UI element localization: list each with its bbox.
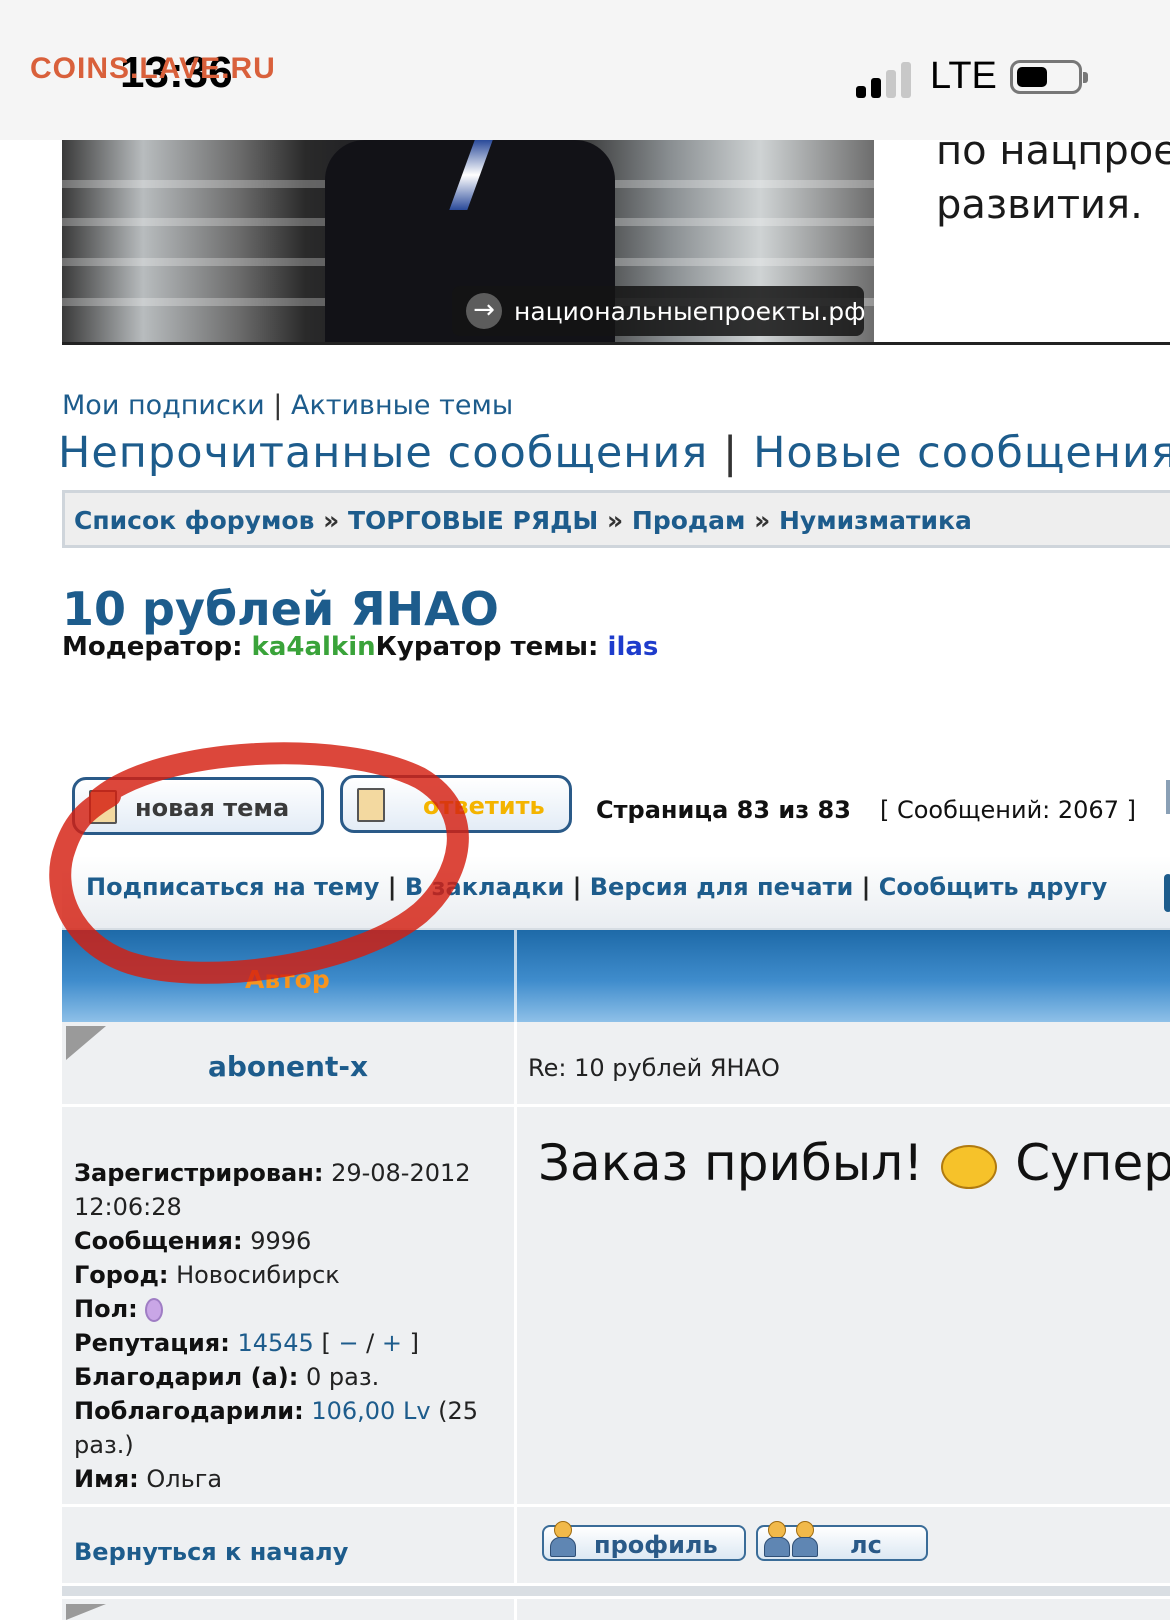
post-text: Заказ прибыл!: [538, 1134, 924, 1192]
moderator-name[interactable]: ka4alkin: [252, 632, 376, 662]
tell-friend-link[interactable]: Сообщить другу: [879, 873, 1108, 901]
profile-was-thanked: Поблагодарили: 106,00 Lv (25 раз.): [74, 1397, 479, 1459]
profile-thanked: Благодарил (а): 0 раз.: [74, 1363, 380, 1391]
breadcrumb-separator: »: [607, 506, 624, 535]
back-to-top-link[interactable]: Вернуться к началу: [74, 1538, 348, 1566]
reputation-plus[interactable]: +: [382, 1329, 402, 1357]
nav-big: Непрочитанные сообщения | Новые сообщени…: [58, 428, 1170, 478]
reputation-value[interactable]: 14545: [237, 1329, 313, 1357]
breadcrumb-separator: »: [323, 506, 340, 535]
was-thanked-value[interactable]: 106,00 Lv: [311, 1397, 430, 1425]
profile-city: Город: Новосибирск: [74, 1261, 340, 1289]
pagination-info: Страница 83 из 83: [596, 796, 851, 824]
nav-new-messages[interactable]: Новые сообщения: [753, 428, 1170, 478]
post-separator: [62, 1586, 1170, 1596]
signal-icon: [856, 58, 916, 98]
post-text-continued: Супер: [1015, 1134, 1170, 1192]
profile-name: Имя: Ольга: [74, 1465, 223, 1493]
breadcrumb-separator: »: [754, 506, 771, 535]
reputation-minus[interactable]: −: [338, 1329, 358, 1357]
separator: |: [861, 873, 871, 901]
moderator-line: Модератор: ka4alkinКуратор темы: ilas: [62, 632, 658, 662]
nav-active-topics[interactable]: Активные темы: [291, 390, 513, 421]
profile-registered: Зарегистрирован: 29-08-2012 12:06:28: [74, 1159, 471, 1221]
author-profile-info: Зарегистрирован: 29-08-2012 12:06:28 Соо…: [74, 1156, 504, 1496]
female-icon: [145, 1298, 164, 1322]
print-version-link[interactable]: Версия для печати: [590, 873, 854, 901]
ad-link[interactable]: национальныепроекты.рф: [514, 297, 866, 326]
ad-text-line2: развития.: [936, 182, 1143, 228]
breadcrumb-numismatics[interactable]: Нумизматика: [779, 506, 972, 535]
messages-count: [ Сообщений: 2067 ]: [880, 796, 1136, 824]
breadcrumb-forum-list[interactable]: Список форумов: [74, 506, 314, 535]
curator-name[interactable]: ilas: [608, 632, 659, 662]
nav-small: Мои подписки | Активные темы: [62, 390, 513, 421]
table-header-divider: [514, 930, 517, 1022]
moderator-label: Модератор:: [62, 632, 243, 662]
nav-unread-messages[interactable]: Непрочитанные сообщения: [58, 428, 708, 478]
profile-gender: Пол:: [74, 1292, 504, 1326]
private-message-button[interactable]: лс: [756, 1521, 928, 1561]
breadcrumb-trail: Список форумов » ТОРГОВЫЕ РЯДЫ » Продам …: [74, 506, 972, 535]
breadcrumb-trade-rows[interactable]: ТОРГОВЫЕ РЯДЫ: [348, 506, 598, 535]
next-author-cell: [62, 1599, 514, 1620]
nav-my-subscriptions[interactable]: Мои подписки: [62, 390, 265, 421]
separator: |: [572, 873, 582, 901]
smiley-icon: [941, 1144, 998, 1189]
nav-separator: |: [273, 390, 283, 421]
red-annotation-circle: [49, 742, 469, 984]
profile-button-label: профиль: [594, 1531, 718, 1559]
watermark: COINS.LAVE.RU: [30, 52, 276, 85]
post-subject: Re: 10 рублей ЯНАО: [528, 1054, 780, 1082]
users-icon: [792, 1521, 818, 1559]
battery-icon: [1010, 60, 1088, 94]
profile-messages: Сообщения: 9996: [74, 1227, 312, 1255]
next-subject-cell: [517, 1599, 1170, 1620]
post-corner-marker: [66, 1604, 106, 1620]
breadcrumb-sell[interactable]: Продам: [632, 506, 746, 535]
edge-control: [1164, 874, 1170, 912]
post-author-name[interactable]: abonent-x: [62, 1050, 514, 1083]
arrow-right-icon[interactable]: →: [466, 293, 502, 329]
users-icon: [764, 1521, 790, 1559]
profile-button[interactable]: профиль: [542, 1521, 746, 1561]
user-icon: [550, 1521, 576, 1559]
curator-label: Куратор темы:: [375, 632, 599, 662]
page-title[interactable]: 10 рублей ЯНАО: [62, 582, 499, 636]
network-type: LTE: [930, 55, 997, 97]
profile-reputation: Репутация: 14545 [ − / + ]: [74, 1329, 419, 1357]
post-body: Заказ прибыл! Супер: [538, 1134, 1170, 1192]
edge-control: [1166, 780, 1170, 814]
private-message-label: лс: [850, 1531, 882, 1559]
ad-text-line1: по нацпрое: [936, 128, 1170, 174]
nav-separator: |: [722, 428, 739, 478]
